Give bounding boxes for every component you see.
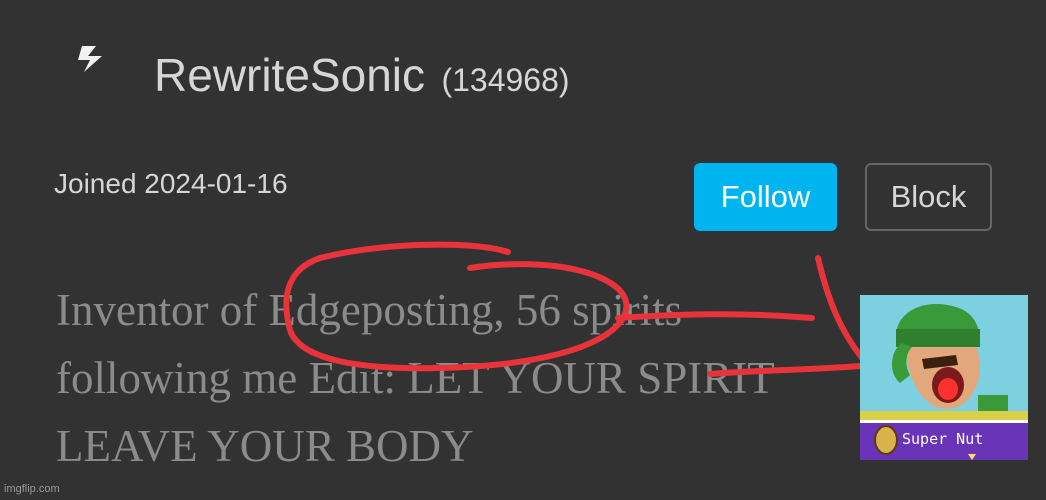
username-line: RewriteSonic (134968) — [154, 48, 570, 102]
joined-date: Joined 2024-01-16 — [54, 168, 288, 199]
meme-image: Super Nut — [860, 295, 1028, 460]
profile-bio: Inventor of Edgeposting, 56 spirits foll… — [56, 285, 775, 471]
username[interactable]: RewriteSonic — [154, 49, 425, 101]
meme-label: Super Nut — [902, 430, 984, 448]
meme-scene — [860, 295, 1028, 420]
avatar-icon[interactable] — [68, 44, 112, 74]
block-button[interactable]: Block — [865, 163, 992, 231]
watermark: imgflip.com — [4, 483, 60, 495]
user-id: (134968) — [441, 62, 570, 98]
follow-button[interactable]: Follow — [694, 163, 837, 231]
